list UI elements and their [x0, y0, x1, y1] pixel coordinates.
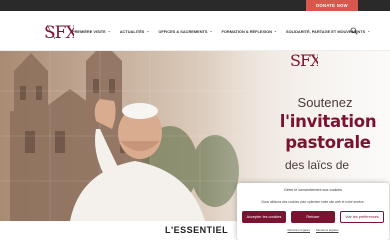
chevron-down-icon: ⌄	[274, 29, 278, 33]
hero-heading-line4: des laïcs de	[285, 158, 350, 172]
section-title: L'ESSENTIEL	[165, 225, 229, 235]
hero-heading-line1: Soutenez	[297, 95, 353, 110]
nav-item-actualites[interactable]: ACTUALITÉS ⌄	[120, 29, 150, 34]
chevron-down-icon: ⌄	[107, 29, 111, 33]
svg-text:SFX: SFX	[290, 51, 318, 70]
donate-button[interactable]: DONATE NOW	[306, 0, 358, 11]
view-preferences-button[interactable]: Voir les préférences	[340, 211, 384, 223]
top-bar: DONATE NOW	[0, 0, 390, 11]
cookie-links: Mentions légales Mentions légales	[237, 228, 389, 232]
cookie-consent-dialog: Gérer le consentement aux cookies Nous u…	[237, 183, 389, 240]
search-icon[interactable]	[350, 27, 358, 35]
main-navbar: SFX PREMIÈRE VISITE ⌄ ACTUALITÉS ⌄ OFFIC…	[0, 11, 390, 51]
site-logo[interactable]: SFX	[44, 19, 74, 43]
nav-item-premiere-visite[interactable]: PREMIÈRE VISITE ⌄	[72, 29, 111, 34]
accept-cookies-button[interactable]: Accepter les cookies	[242, 211, 286, 223]
svg-text:SFX: SFX	[44, 23, 74, 43]
chevron-down-icon: ⌄	[146, 29, 150, 33]
hero-logo: SFX	[290, 51, 318, 70]
nav-menu: PREMIÈRE VISITE ⌄ ACTUALITÉS ⌄ OFFICES &…	[72, 11, 379, 51]
nav-item-offices[interactable]: OFFICES & SACREMENTS ⌄	[158, 29, 212, 34]
legal-link-1[interactable]: Mentions légales	[287, 228, 310, 232]
chevron-down-icon: ⌄	[209, 29, 213, 33]
hero-heading-line3: pastorale	[285, 133, 371, 152]
cookie-buttons: Accepter les cookies Refuser Voir les pr…	[242, 211, 384, 223]
refuse-cookies-button[interactable]: Refuser	[291, 211, 335, 223]
chevron-down-icon: ⌄	[367, 29, 371, 33]
legal-link-2[interactable]: Mentions légales	[316, 228, 339, 232]
hero-heading-line2: l'invitation	[279, 112, 377, 131]
nav-item-formation[interactable]: FORMATION & RÉFLEXION ⌄	[222, 29, 278, 34]
cookie-text: Nous utilisons des cookies pour optimise…	[261, 200, 365, 204]
cookie-title: Gérer le consentement aux cookies	[283, 188, 342, 192]
